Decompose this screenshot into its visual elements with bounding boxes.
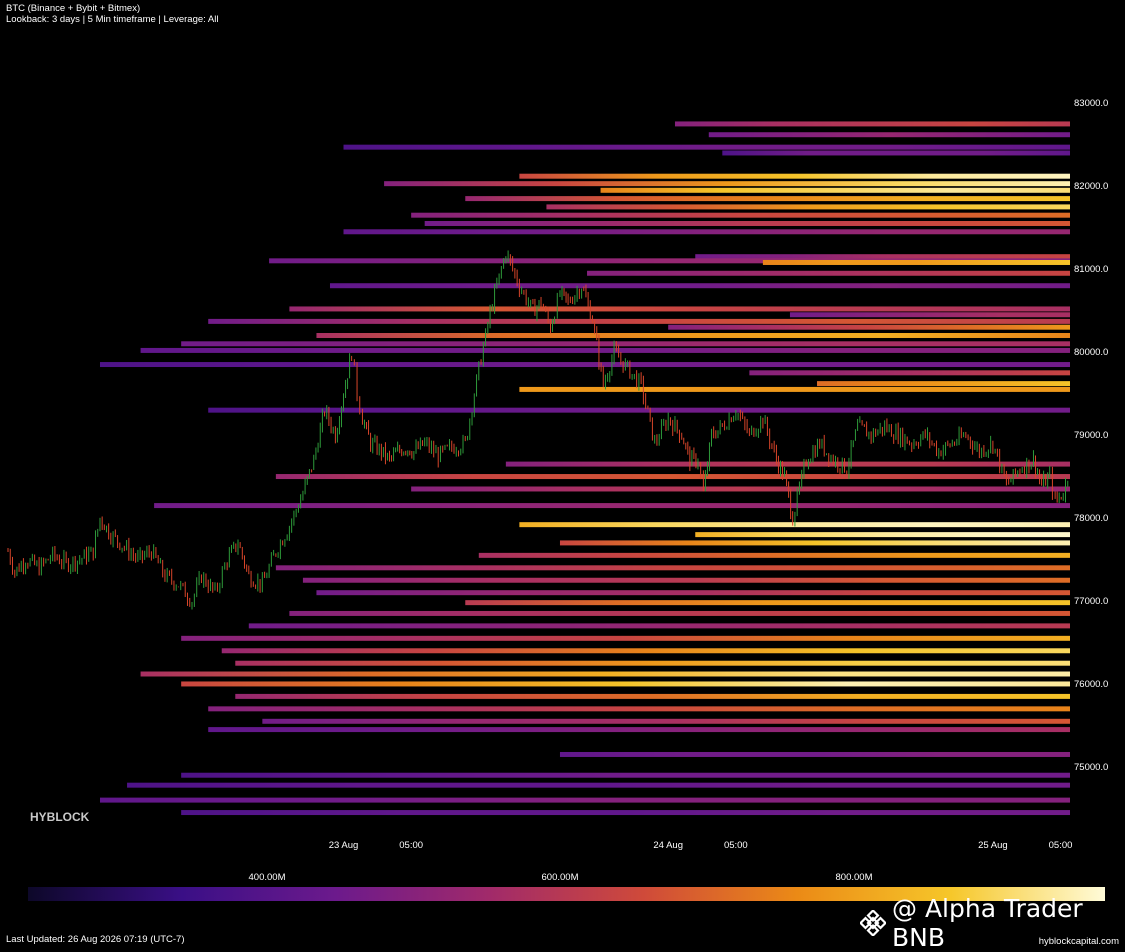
y-tick-label: 82000.0 xyxy=(1074,181,1108,192)
y-tick-label: 77000.0 xyxy=(1074,596,1108,607)
liquidity-band xyxy=(127,782,1070,788)
hyblock-watermark: HYBLOCK xyxy=(30,810,90,824)
liquidity-band xyxy=(154,503,1070,509)
liquidity-band xyxy=(99,362,1071,368)
liquidity-band xyxy=(546,204,1070,210)
binance-logo-icon xyxy=(858,908,888,938)
x-tick-label: 25 Aug xyxy=(978,840,1008,851)
y-tick-label: 76000.0 xyxy=(1074,679,1108,690)
liquidity-band xyxy=(275,565,1070,571)
liquidity-band xyxy=(235,693,1071,699)
x-tick-label: 23 Aug xyxy=(329,840,359,851)
liquidity-band xyxy=(587,270,1070,276)
x-tick-label: 05:00 xyxy=(724,840,748,851)
liquidity-band xyxy=(181,772,1071,778)
liquidity-band xyxy=(505,461,1071,467)
liquidity-band xyxy=(181,341,1071,347)
y-tick-label: 81000.0 xyxy=(1074,264,1108,275)
liquidity-band xyxy=(762,259,1070,265)
liquidity-band xyxy=(722,150,1070,156)
liquidity-band xyxy=(316,333,1070,338)
y-tick-label: 78000.0 xyxy=(1074,513,1108,524)
liquidity-band xyxy=(235,660,1071,666)
liquidity-band xyxy=(208,318,1071,324)
liquidity-band xyxy=(411,486,1070,492)
liquidity-band xyxy=(817,381,1070,387)
liquidity-band xyxy=(519,386,1070,392)
liquidity-band xyxy=(329,283,1070,289)
liquidity-band xyxy=(674,121,1070,127)
liquidity-band xyxy=(559,751,1070,757)
colorbar-label-400m: 400.00M xyxy=(248,872,286,883)
alpha-trader-badge: @ Alpha Trader BNB xyxy=(858,894,1125,952)
liquidity-band xyxy=(181,681,1071,687)
liquidity-band xyxy=(208,706,1071,712)
site-url: hyblockcapital.com xyxy=(1038,936,1119,947)
liquidity-band xyxy=(384,181,1070,187)
liquidation-heatmap-chart[interactable]: 83000.0 82000.0 81000.0 80000.0 79000.0 78000… xyxy=(0,0,1125,870)
liquidity-band xyxy=(695,532,1070,538)
liquidity-band xyxy=(208,727,1071,733)
liquidity-band xyxy=(600,187,1070,193)
colorbar-label-600m: 600.00M xyxy=(541,872,579,883)
liquidity-band xyxy=(559,540,1070,546)
liquidity-band xyxy=(343,144,1070,150)
liquidity-band xyxy=(262,718,1070,724)
x-tick-label: 24 Aug xyxy=(653,840,683,851)
y-tick-label: 75000.0 xyxy=(1074,762,1108,773)
liquidity-band xyxy=(140,347,1071,353)
liquidity-band xyxy=(789,312,1070,318)
liquidity-band xyxy=(99,797,1071,803)
liquidity-band xyxy=(411,212,1070,218)
liquidity-band xyxy=(668,324,1070,330)
liquidity-band xyxy=(302,577,1071,583)
liquidity-band xyxy=(140,671,1071,677)
liquidity-band xyxy=(708,132,1070,138)
y-tick-label: 80000.0 xyxy=(1074,347,1108,358)
liquidity-band xyxy=(289,306,1070,312)
y-tick-label: 79000.0 xyxy=(1074,430,1108,441)
x-tick-label: 05:00 xyxy=(1049,840,1073,851)
liquidity-band xyxy=(316,590,1070,596)
liquidity-band xyxy=(749,370,1070,376)
liquidity-band xyxy=(208,407,1071,413)
liquidity-band xyxy=(181,635,1071,641)
liquidity-band xyxy=(248,623,1071,629)
last-updated: Last Updated: 26 Aug 2026 07:19 (UTC-7) xyxy=(6,934,185,945)
liquidity-band xyxy=(424,221,1070,226)
x-tick-label: 05:00 xyxy=(399,840,423,851)
liquidity-band xyxy=(343,229,1070,235)
liquidity-band xyxy=(275,474,1070,480)
liquidity-band xyxy=(289,610,1070,616)
liquidity-band xyxy=(181,810,1071,816)
liquidity-band xyxy=(519,173,1070,179)
liquidity-band xyxy=(465,600,1070,606)
liquidity-band xyxy=(478,552,1070,558)
liquidity-band xyxy=(221,648,1070,654)
y-tick-label: 83000.0 xyxy=(1074,98,1108,109)
liquidity-band xyxy=(465,196,1070,202)
colorbar-label-800m: 800.00M xyxy=(835,872,873,883)
